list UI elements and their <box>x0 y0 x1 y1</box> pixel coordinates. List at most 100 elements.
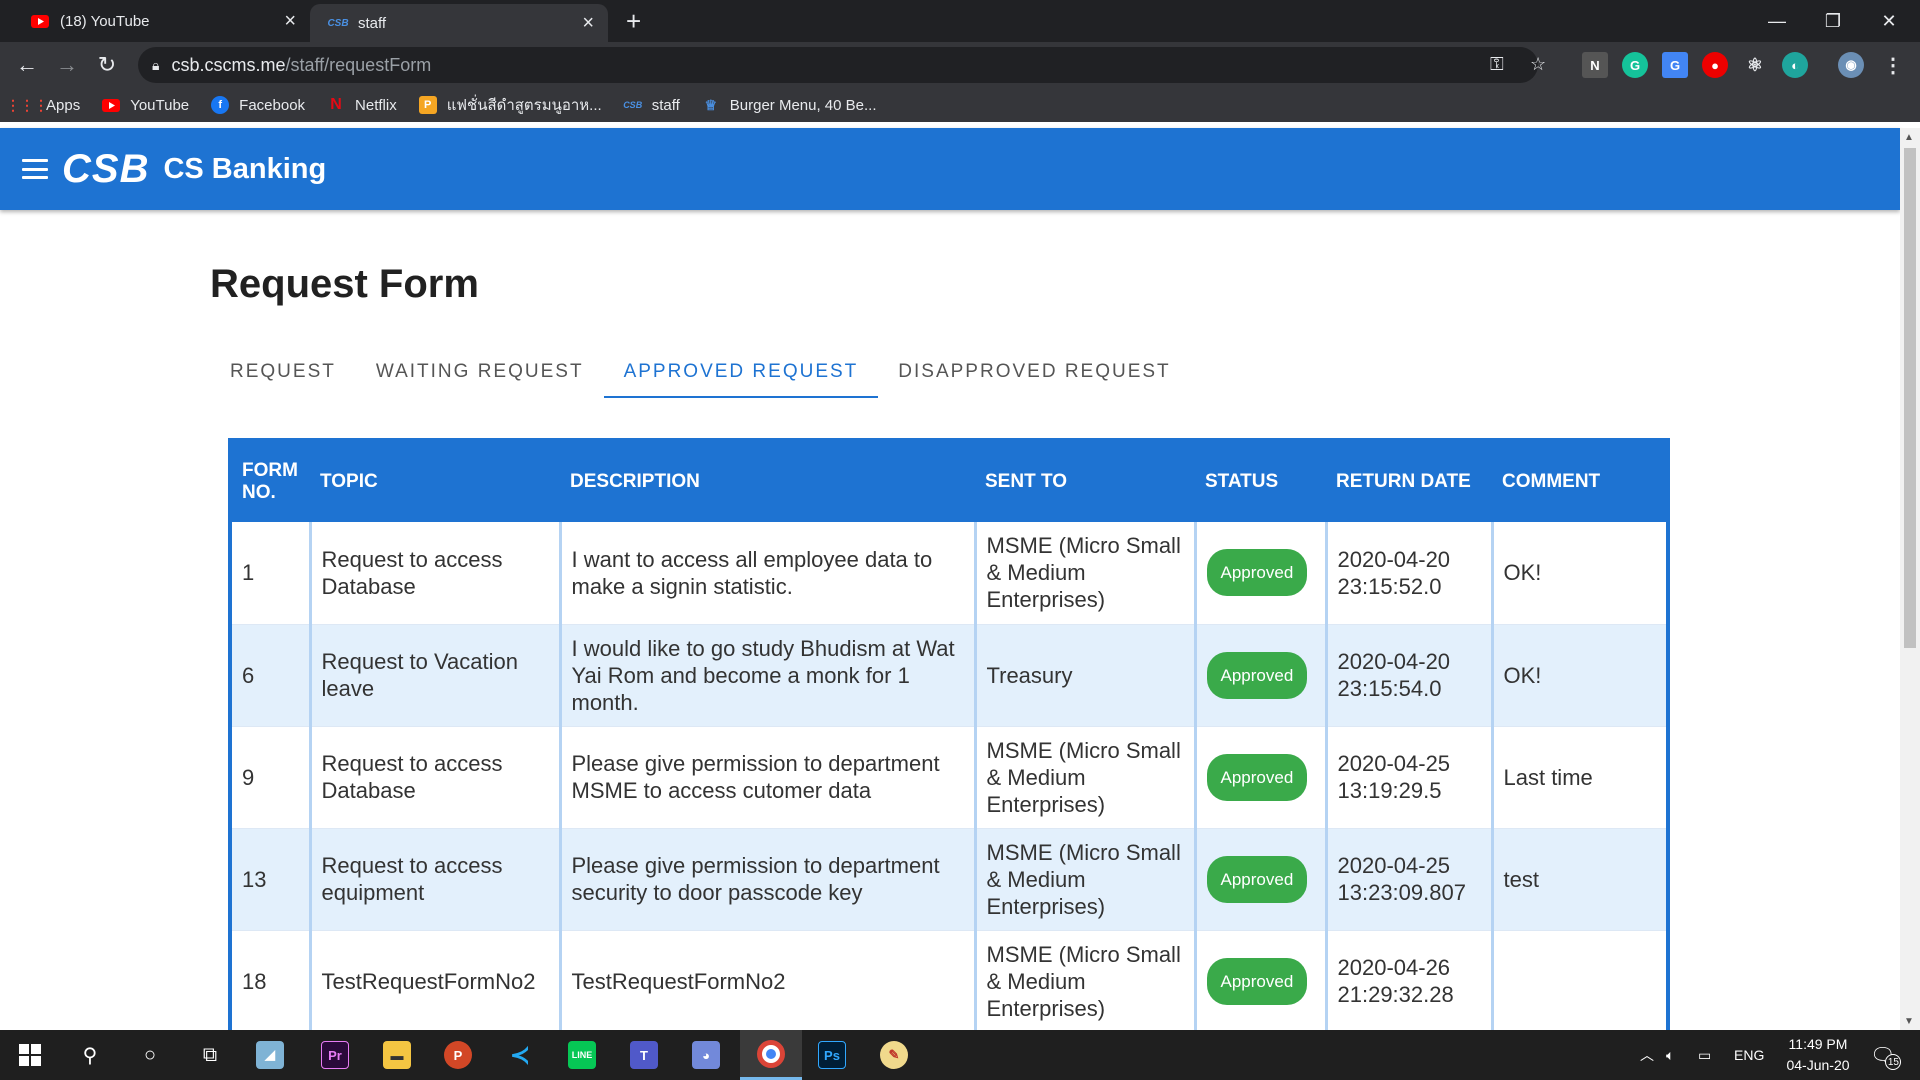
windows-start-icon[interactable] <box>0 1030 60 1080</box>
menu-kebab-icon[interactable]: ⋮ <box>1880 52 1906 78</box>
browser-toolbar: ← → ↻ 🔒︎ csb.cscms.me /staff/requestForm… <box>0 42 1920 88</box>
bookmark-apps[interactable]: ⋮⋮⋮ Apps <box>6 96 80 114</box>
cell-description: Please give permission to department sec… <box>560 828 977 931</box>
chrome-icon[interactable] <box>740 1030 802 1080</box>
browser-tab-staff[interactable]: CSB staff × <box>310 4 608 42</box>
extension-n-icon[interactable]: N <box>1582 52 1608 78</box>
clock-time: 11:49 PM <box>1788 1036 1848 1052</box>
bookmark-facebook[interactable]: f Facebook <box>211 96 305 114</box>
cell-comment: test <box>1492 828 1666 931</box>
scrollbar-thumb[interactable] <box>1904 148 1916 648</box>
reload-icon[interactable]: ↻ <box>92 50 122 80</box>
cell-status: Approved <box>1195 726 1328 829</box>
premiere-pro-icon[interactable]: Pr <box>305 1030 365 1080</box>
bookmark-label: YouTube <box>130 96 190 114</box>
cell-comment: OK! <box>1492 624 1666 727</box>
tab-label: (18) YouTube <box>60 12 150 30</box>
notification-center-icon[interactable]: 🗨︎ 15 <box>1870 1030 1902 1080</box>
powerpoint-icon[interactable]: P <box>428 1030 488 1080</box>
tab-approved-request[interactable]: APPROVED REQUEST <box>603 346 879 398</box>
cell-status: Approved <box>1195 624 1328 727</box>
scroll-up-icon[interactable]: ▲ <box>1904 132 1914 143</box>
photoshop-icon[interactable]: Ps <box>802 1030 862 1080</box>
new-tab-icon[interactable]: + <box>626 6 641 37</box>
main-content: Request Form REQUEST WAITING REQUEST APP… <box>0 210 1900 1030</box>
discord-icon[interactable]: ◕ <box>676 1030 736 1080</box>
vscode-icon[interactable]: ≺ <box>490 1030 550 1080</box>
show-hidden-icons-icon[interactable]: ︿ <box>1640 1030 1654 1080</box>
youtube-icon <box>102 96 121 114</box>
csb-favicon-icon: CSB <box>327 17 349 29</box>
task-view-icon[interactable]: ⧉ <box>180 1030 240 1080</box>
header-comment: COMMENT <box>1492 442 1666 522</box>
cell-topic: Request to access equipment <box>310 828 562 931</box>
bookmark-youtube[interactable]: YouTube <box>102 96 189 114</box>
teams-icon[interactable]: T <box>614 1030 674 1080</box>
bookmark-label: staff <box>651 96 680 114</box>
bookmark-label: Netflix <box>355 96 397 114</box>
cell-sent-to: MSME (Micro Small & Medium Enterprises) <box>975 726 1197 829</box>
cortana-icon[interactable]: ○ <box>120 1030 180 1080</box>
tab-waiting-request[interactable]: WAITING REQUEST <box>356 346 604 398</box>
battery-icon[interactable]: ▭ <box>1698 1030 1711 1080</box>
browser-tab-youtube[interactable]: (18) YouTube × <box>12 0 310 42</box>
cell-comment: Last time <box>1492 726 1666 829</box>
cell-status: Approved <box>1195 930 1328 1030</box>
cell-form-no: 1 <box>232 522 312 625</box>
grammarly-icon[interactable]: G <box>1622 52 1648 78</box>
table-row: 1 Request to access Database I want to a… <box>232 522 1666 625</box>
extension-teal-icon[interactable]: ◐ <box>1782 52 1808 78</box>
table-row: 18 TestRequestFormNo2 TestRequestFormNo2… <box>232 930 1666 1030</box>
translate-icon[interactable]: G <box>1662 52 1688 78</box>
cell-description: TestRequestFormNo2 <box>560 930 977 1030</box>
url-host: csb.cscms.me <box>171 54 286 75</box>
system-clock[interactable]: 11:49 PM 04-Jun-20 <box>1768 1034 1868 1076</box>
request-tabs: REQUEST WAITING REQUEST APPROVED REQUEST… <box>210 346 1191 398</box>
language-indicator[interactable]: ENG <box>1734 1030 1764 1080</box>
table-row: 6 Request to Vacation leave I would like… <box>232 624 1666 727</box>
bookmark-burger[interactable]: ♕ Burger Menu, 40 Be... <box>702 96 877 114</box>
notes-app-icon[interactable]: ◢ <box>240 1030 300 1080</box>
notification-count-badge: 15 <box>1885 1054 1902 1070</box>
back-icon[interactable]: ← <box>12 50 42 80</box>
address-bar[interactable]: 🔒︎ csb.cscms.me /staff/requestForm ⚿ ☆ <box>138 47 1546 83</box>
key-icon[interactable]: ⚿ <box>1490 54 1504 75</box>
close-tab-icon[interactable]: × <box>582 12 594 35</box>
file-explorer-icon[interactable]: ▬ <box>367 1030 427 1080</box>
cell-sent-to: Treasury <box>975 624 1197 727</box>
cell-topic: Request to Vacation leave <box>310 624 562 727</box>
app-logo: CSB <box>62 146 150 191</box>
app-header: CSB CS Banking <box>0 128 1900 210</box>
restore-icon[interactable]: ❐ <box>1806 0 1860 42</box>
avatar[interactable]: ◉ <box>1838 52 1864 78</box>
line-icon[interactable]: LINE <box>552 1030 612 1080</box>
bookmark-p[interactable]: P แฟชั่นสีดำสูตรมนูอาห... <box>418 93 602 117</box>
cell-topic: TestRequestFormNo2 <box>310 930 562 1030</box>
page-title: Request Form <box>210 262 479 306</box>
bookmark-staff[interactable]: CSB staff <box>623 96 680 114</box>
star-icon[interactable]: ☆ <box>1530 54 1546 75</box>
scroll-down-icon[interactable]: ▼ <box>1904 1016 1914 1027</box>
paint-icon[interactable]: ✎ <box>864 1030 924 1080</box>
search-icon[interactable]: ⚲ <box>60 1030 120 1080</box>
volume-icon[interactable]: 🔈︎ <box>1666 1030 1674 1080</box>
extension-red-icon[interactable]: ● <box>1702 52 1728 78</box>
bookmark-label: Facebook <box>239 96 306 114</box>
forward-icon[interactable]: → <box>52 50 82 80</box>
minimize-icon[interactable]: — <box>1750 0 1804 42</box>
header-return-date: RETURN DATE <box>1326 442 1492 522</box>
csb-icon: CSB <box>623 100 643 110</box>
tab-request[interactable]: REQUEST <box>210 346 356 398</box>
status-badge: Approved <box>1206 957 1308 1005</box>
header-sent-to: SENT TO <box>975 442 1195 522</box>
cell-return-date: 2020-04-26 21:29:32.28 <box>1326 930 1494 1030</box>
close-window-icon[interactable]: ✕ <box>1862 0 1916 42</box>
react-devtools-icon[interactable]: ⚛ <box>1742 52 1768 78</box>
tab-disapproved-request[interactable]: DISAPPROVED REQUEST <box>878 346 1190 398</box>
close-tab-icon[interactable]: × <box>284 10 296 33</box>
hamburger-menu-icon[interactable] <box>22 159 48 179</box>
cell-description: I want to access all employee data to ma… <box>560 522 977 625</box>
request-table: FORM NO. TOPIC DESCRIPTION SENT TO STATU… <box>228 438 1670 1030</box>
bookmark-label: Burger Menu, 40 Be... <box>729 96 877 114</box>
bookmark-netflix[interactable]: N Netflix <box>327 96 397 114</box>
